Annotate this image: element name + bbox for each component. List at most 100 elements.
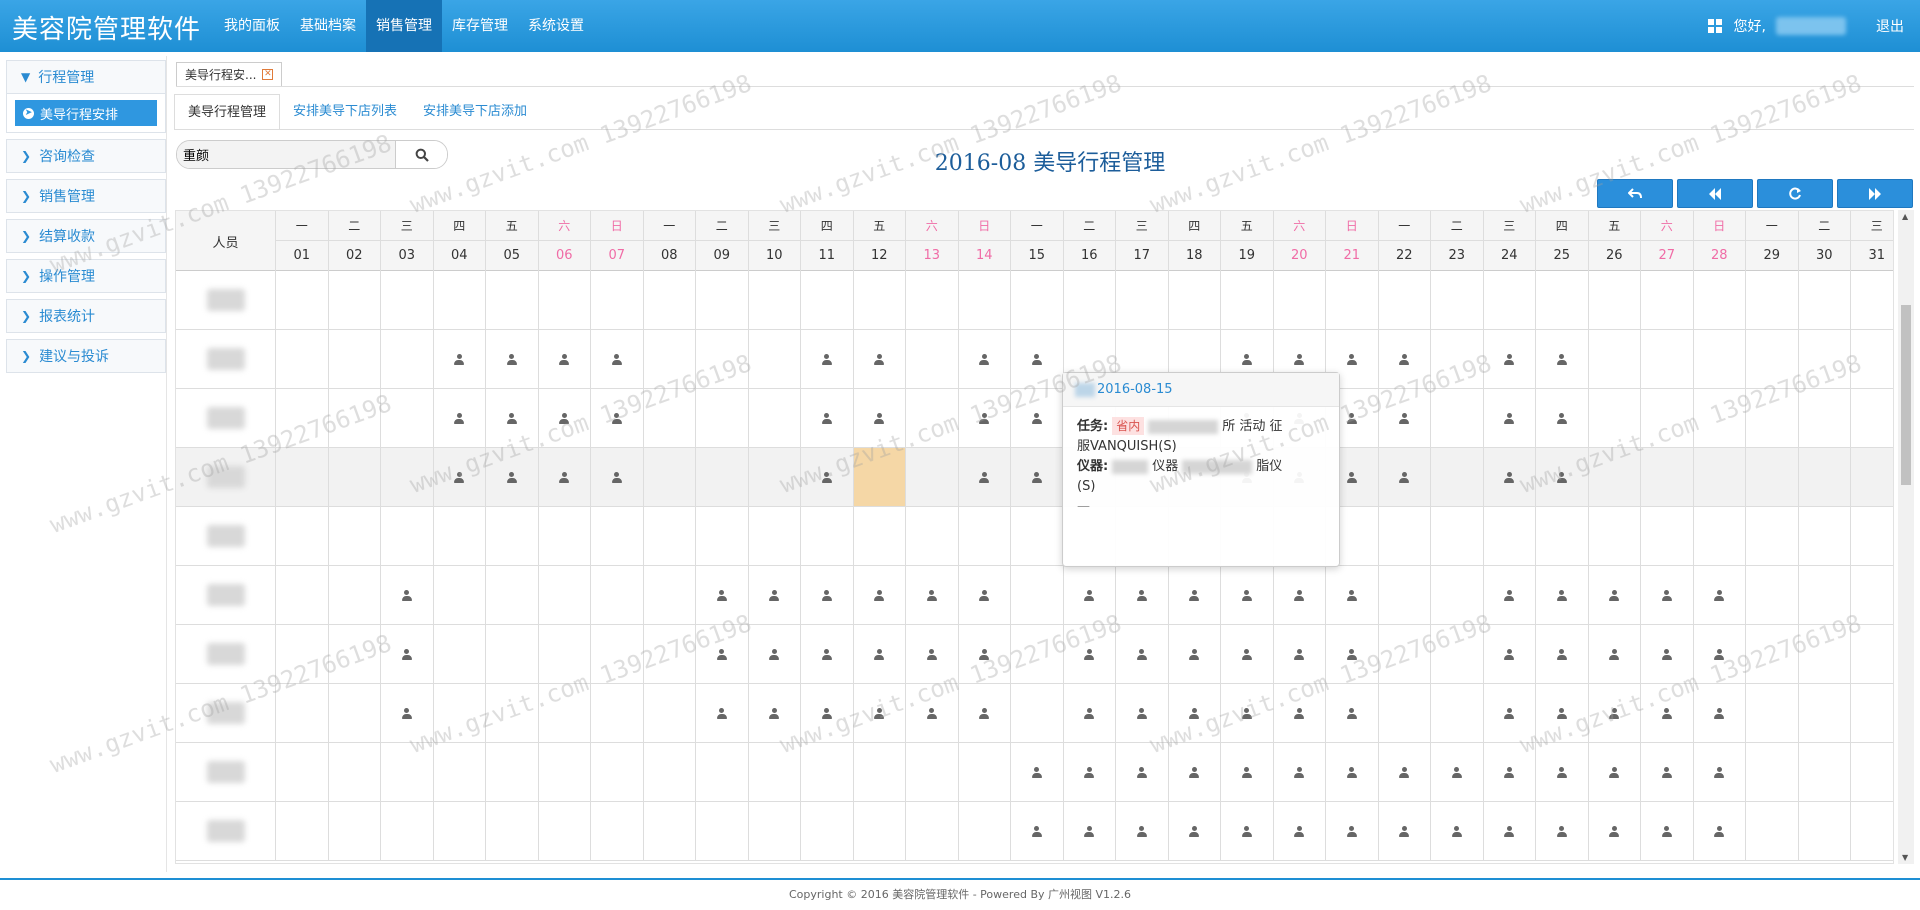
user-icon[interactable]: [1189, 648, 1200, 660]
day-cell[interactable]: [906, 566, 959, 624]
topnav-inventory[interactable]: 库存管理: [442, 0, 518, 52]
day-cell[interactable]: [1536, 271, 1589, 329]
user-icon[interactable]: [1714, 589, 1725, 601]
day-cell[interactable]: [1851, 448, 1893, 506]
day-cell[interactable]: [749, 389, 801, 447]
day-cell[interactable]: [1589, 507, 1641, 565]
user-icon[interactable]: [1031, 766, 1042, 778]
day-cell[interactable]: [1116, 684, 1169, 742]
day-cell[interactable]: [1326, 566, 1379, 624]
day-cell[interactable]: [276, 330, 329, 388]
day-cell[interactable]: [1641, 625, 1694, 683]
user-icon[interactable]: [1714, 648, 1725, 660]
day-cell[interactable]: [1484, 330, 1536, 388]
user-icon[interactable]: [1346, 471, 1357, 483]
day-cell[interactable]: [801, 625, 854, 683]
day-cell[interactable]: [1536, 330, 1589, 388]
open-document-tab[interactable]: 美导行程安... ✕: [176, 62, 283, 86]
day-cell[interactable]: [1431, 507, 1484, 565]
day-cell[interactable]: [539, 507, 591, 565]
day-cell[interactable]: [1379, 330, 1431, 388]
user-icon[interactable]: [1661, 766, 1672, 778]
day-cell[interactable]: [276, 566, 329, 624]
day-cell[interactable]: [1484, 271, 1536, 329]
day-cell[interactable]: [644, 566, 696, 624]
user-icon[interactable]: [1399, 412, 1410, 424]
tab-guide-schedule[interactable]: 美导行程管理: [174, 94, 281, 130]
day-cell[interactable]: [801, 684, 854, 742]
day-cell[interactable]: [1169, 271, 1221, 329]
day-cell[interactable]: [1379, 743, 1431, 801]
day-cell[interactable]: [1379, 448, 1431, 506]
day-cell[interactable]: [329, 330, 381, 388]
prev-month-button[interactable]: [1677, 179, 1753, 208]
user-icon[interactable]: [1714, 825, 1725, 837]
user-icon[interactable]: [821, 471, 832, 483]
day-cell[interactable]: [1536, 389, 1589, 447]
day-cell[interactable]: [1116, 743, 1169, 801]
user-icon[interactable]: [559, 412, 570, 424]
user-icon[interactable]: [1661, 589, 1672, 601]
user-icon[interactable]: [769, 589, 780, 601]
search-button[interactable]: [395, 141, 447, 168]
user-icon[interactable]: [1504, 766, 1515, 778]
user-icon[interactable]: [979, 353, 990, 365]
user-icon[interactable]: [874, 707, 885, 719]
user-icon[interactable]: [401, 648, 412, 660]
user-icon[interactable]: [1504, 353, 1515, 365]
user-icon[interactable]: [1399, 766, 1410, 778]
day-cell[interactable]: [906, 389, 959, 447]
day-cell[interactable]: [434, 625, 486, 683]
user-icon[interactable]: [1661, 825, 1672, 837]
user-icon[interactable]: [1504, 825, 1515, 837]
user-icon[interactable]: [1189, 589, 1200, 601]
user-icon[interactable]: [454, 353, 465, 365]
day-cell[interactable]: [329, 802, 381, 860]
day-cell[interactable]: [434, 743, 486, 801]
day-cell[interactable]: [696, 389, 749, 447]
day-cell[interactable]: [381, 448, 434, 506]
day-cell[interactable]: [854, 743, 906, 801]
day-cell[interactable]: [1326, 625, 1379, 683]
user-icon[interactable]: [821, 707, 832, 719]
day-cell[interactable]: [1011, 448, 1064, 506]
day-cell[interactable]: [329, 389, 381, 447]
day-cell[interactable]: [1589, 330, 1641, 388]
day-cell[interactable]: [801, 389, 854, 447]
day-cell[interactable]: [329, 507, 381, 565]
day-cell[interactable]: [1326, 743, 1379, 801]
day-cell[interactable]: [696, 448, 749, 506]
day-cell[interactable]: [1484, 625, 1536, 683]
day-cell[interactable]: [644, 271, 696, 329]
user-icon[interactable]: [1714, 707, 1725, 719]
user-icon[interactable]: [1556, 648, 1567, 660]
day-cell[interactable]: [1799, 389, 1851, 447]
user-icon[interactable]: [874, 589, 885, 601]
user-icon[interactable]: [1136, 825, 1147, 837]
day-cell[interactable]: [1641, 507, 1694, 565]
day-cell[interactable]: [906, 684, 959, 742]
user-icon[interactable]: [1609, 648, 1620, 660]
day-cell[interactable]: [1064, 271, 1116, 329]
day-cell[interactable]: [959, 743, 1011, 801]
day-cell[interactable]: [1589, 625, 1641, 683]
refresh-button[interactable]: [1757, 179, 1833, 208]
day-cell[interactable]: [329, 271, 381, 329]
day-cell[interactable]: [1169, 625, 1221, 683]
user-icon[interactable]: [821, 412, 832, 424]
user-icon[interactable]: [1346, 825, 1357, 837]
day-cell[interactable]: [1746, 802, 1799, 860]
day-cell[interactable]: [1641, 743, 1694, 801]
day-cell[interactable]: [1694, 507, 1746, 565]
tab-visit-list[interactable]: 安排美导下店列表: [280, 94, 410, 130]
day-cell[interactable]: [1589, 271, 1641, 329]
user-icon[interactable]: [716, 648, 727, 660]
day-cell[interactable]: [486, 625, 539, 683]
day-cell[interactable]: [1851, 802, 1893, 860]
day-cell[interactable]: [1326, 684, 1379, 742]
user-icon[interactable]: [1031, 825, 1042, 837]
day-cell[interactable]: [1431, 684, 1484, 742]
day-cell[interactable]: [696, 271, 749, 329]
day-cell[interactable]: [1746, 684, 1799, 742]
day-cell[interactable]: [1379, 684, 1431, 742]
